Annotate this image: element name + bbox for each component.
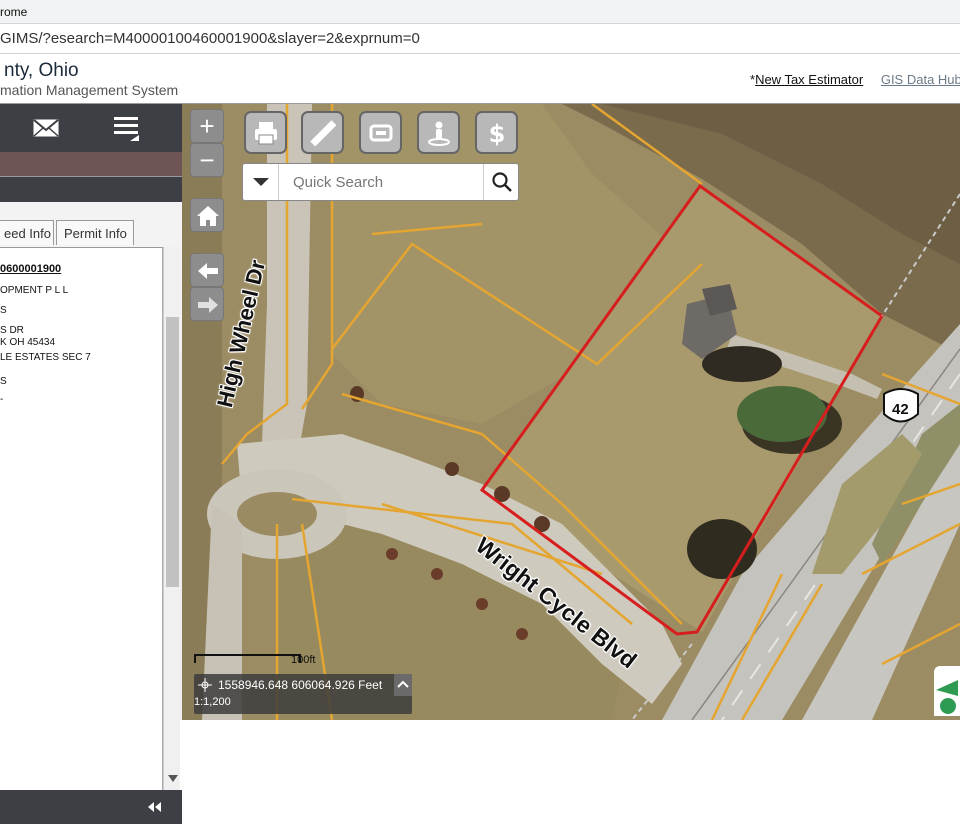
scroll-down-icon[interactable] — [168, 775, 178, 783]
next-extent-button[interactable] — [190, 287, 224, 321]
county-title: nty, Ohio — [4, 60, 79, 81]
home-icon — [197, 206, 219, 226]
chevron-up-icon — [397, 680, 409, 688]
collapse-coords-button[interactable] — [394, 674, 412, 696]
panel-toolbar — [0, 104, 182, 152]
panel-scrollbar[interactable] — [163, 247, 180, 790]
tax-estimator-link[interactable]: *New Tax Estimator — [750, 72, 863, 87]
zoom-out-button[interactable]: − — [190, 143, 224, 177]
corner-widget[interactable] — [934, 666, 960, 716]
scale-bar: 100ft — [194, 652, 316, 672]
browser-title: rome — [0, 5, 28, 19]
panel-band — [0, 152, 182, 176]
feedback-icon — [936, 680, 958, 714]
url-text[interactable]: GIMS/?esearch=M40000100460001900&slayer=… — [0, 30, 420, 47]
select-icon[interactable] — [359, 111, 402, 154]
detail-line: - — [0, 394, 4, 405]
parcel-id-link[interactable]: 0600001900 — [0, 263, 61, 275]
arrow-left-icon — [198, 263, 218, 279]
detail-line: S — [0, 305, 7, 316]
search-icon — [492, 172, 512, 192]
gis-data-hub-link[interactable]: GIS Data Hub — [881, 72, 960, 87]
route-label-42: 42 — [892, 401, 909, 418]
search-button[interactable] — [483, 164, 519, 200]
scale-ratio: 1:1,200 — [194, 696, 231, 708]
ruler-icon[interactable] — [301, 111, 344, 154]
quick-search — [242, 163, 519, 201]
svg-text:$: $ — [489, 120, 506, 146]
mail-icon[interactable] — [32, 114, 62, 142]
system-title: mation Management System — [0, 82, 179, 98]
printer-icon[interactable] — [244, 111, 287, 154]
scale-label: 100ft — [291, 654, 316, 666]
site-header: nty, Ohio mation Management System *New … — [0, 54, 960, 104]
panel-header — [0, 176, 182, 202]
arrow-right-icon — [198, 297, 218, 313]
address-bar[interactable]: GIMS/?esearch=M40000100460001900&slayer=… — [0, 24, 960, 54]
header-links: *New Tax Estimator GIS Data Hub — [750, 72, 960, 87]
previous-extent-button[interactable] — [190, 253, 224, 287]
map-view[interactable]: High Wheel Dr Wright Cycle Blvd 42 $ + − — [182, 104, 960, 720]
person-icon[interactable] — [417, 111, 460, 154]
tab-deed-info[interactable]: eed Info — [0, 220, 54, 245]
detail-line: S DR — [0, 325, 24, 336]
dollar-icon[interactable]: $ — [475, 111, 518, 154]
scrollbar-thumb[interactable] — [166, 317, 179, 587]
detail-line: K OH 45434 — [0, 337, 56, 348]
detail-line: OPMENT P L L — [0, 285, 69, 296]
chevron-down-icon — [253, 178, 269, 186]
coordinates: 1558946.648 606064.926 Feet — [218, 678, 383, 692]
tax-estimator-label[interactable]: New Tax Estimator — [755, 72, 863, 87]
coordinate-readout: 1558946.648 606064.926 Feet 1:1,200 — [194, 674, 412, 714]
left-panel: eed Info Permit Info 0600001900 OPMENT P… — [0, 104, 182, 824]
detail-line: LE ESTATES SEC 7 — [0, 352, 91, 363]
tab-permit-info[interactable]: Permit Info — [56, 220, 134, 245]
panel-bottom-bar — [0, 790, 182, 824]
search-dropdown[interactable] — [243, 164, 279, 200]
browser-title-bar: rome — [0, 0, 960, 24]
collapse-panel-icon[interactable] — [148, 802, 162, 812]
zoom-in-button[interactable]: + — [190, 109, 224, 143]
detail-line: S — [0, 376, 7, 387]
crosshair-icon — [198, 678, 212, 692]
search-input[interactable] — [281, 166, 479, 198]
parcel-details: 0600001900 OPMENT P L L S S DR K OH 4543… — [0, 247, 163, 790]
menu-list-icon[interactable] — [112, 114, 142, 142]
home-button[interactable] — [190, 198, 224, 232]
